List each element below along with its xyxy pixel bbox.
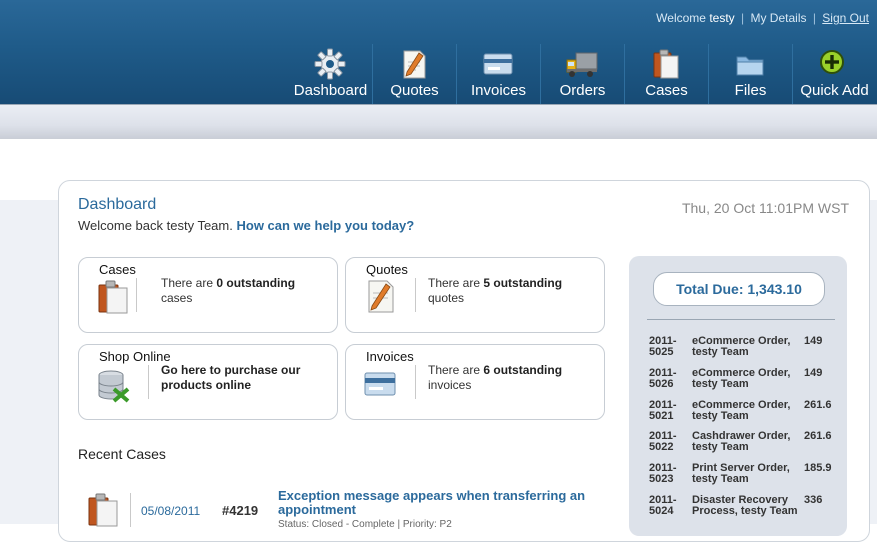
nav-cases[interactable]: Cases bbox=[625, 44, 709, 104]
order-row[interactable]: 2011-5023 Print Server Order, testy Team… bbox=[649, 463, 849, 491]
separator: | bbox=[812, 11, 816, 25]
card-quotes[interactable]: Quotes There are 5 outstanding quotes bbox=[345, 257, 605, 333]
order-number: 2011-5025 bbox=[649, 335, 677, 358]
nav-files[interactable]: Files bbox=[709, 44, 793, 104]
order-row[interactable]: 2011-5026 eCommerce Order, testy Team 14… bbox=[649, 368, 849, 396]
card-divider bbox=[148, 365, 149, 399]
order-amount: 261.6 bbox=[804, 399, 832, 411]
welcome-message: Welcome back testy Team. How can we help… bbox=[78, 218, 414, 233]
card-text: There are 5 outstanding quotes bbox=[428, 276, 563, 305]
truck-icon bbox=[566, 52, 598, 77]
order-amount: 149 bbox=[804, 335, 823, 347]
order-description: Disaster Recovery Process, testy Team bbox=[692, 494, 798, 517]
order-row[interactable]: 2011-5021 eCommerce Order, testy Team 26… bbox=[649, 400, 849, 428]
nav-label: Invoices bbox=[470, 82, 527, 99]
order-description: Print Server Order, testy Team bbox=[692, 462, 790, 485]
card-text: Go here to purchase our products online bbox=[161, 363, 301, 392]
order-number: 2011-5021 bbox=[649, 399, 677, 422]
order-row[interactable]: 2011-5025 eCommerce Order, testy Team 14… bbox=[649, 336, 849, 364]
welcome-text: Welcome back testy Team. bbox=[78, 218, 233, 233]
current-datetime: Thu, 20 Oct 11:01PM WST bbox=[681, 200, 849, 216]
total-due-button[interactable]: Total Due: 1,343.10 bbox=[653, 272, 825, 306]
order-number: 2011-5026 bbox=[649, 367, 677, 390]
table-row[interactable]: 05/08/2011 #4219 Exception message appea… bbox=[78, 485, 608, 530]
gear-icon bbox=[314, 48, 346, 80]
case-status: Status: Closed - Complete | Priority: P2 bbox=[278, 519, 452, 530]
card-divider bbox=[415, 365, 416, 399]
card-text: There are 0 outstanding cases bbox=[161, 276, 296, 305]
nav-quick-add[interactable]: Quick Add bbox=[793, 44, 876, 104]
app-header: Welcome testy | My Details | Sign Out Da… bbox=[0, 0, 877, 104]
order-row[interactable]: 2011-5024 Disaster Recovery Process, tes… bbox=[649, 495, 849, 523]
nav-label: Files bbox=[734, 82, 767, 99]
card-shop-online[interactable]: Shop Online Go here to purchase our prod… bbox=[78, 344, 338, 420]
welcome-prefix: Welcome bbox=[656, 11, 706, 25]
card-cases[interactable]: Cases There are 0 outstanding cases bbox=[78, 257, 338, 333]
nav-invoices[interactable]: Invoices bbox=[457, 44, 541, 104]
document-pencil-icon bbox=[368, 280, 394, 313]
recent-cases-heading: Recent Cases bbox=[78, 446, 166, 462]
clipboard-icon bbox=[88, 493, 118, 527]
clipboard-icon bbox=[98, 280, 128, 314]
card-text: There are 6 outstanding invoices bbox=[428, 363, 563, 392]
order-description: Cashdrawer Order, testy Team bbox=[692, 430, 791, 453]
document-pencil-icon bbox=[403, 50, 426, 79]
sign-out-link[interactable]: Sign Out bbox=[822, 11, 869, 25]
card-invoices[interactable]: Invoices There are 6 outstanding invoice… bbox=[345, 344, 605, 420]
nav-label: Orders bbox=[559, 82, 606, 99]
nav-dashboard[interactable]: Dashboard bbox=[289, 44, 373, 104]
nav-orders[interactable]: Orders bbox=[541, 44, 625, 104]
my-details-link[interactable]: My Details bbox=[750, 11, 806, 25]
order-row[interactable]: 2011-5022 Cashdrawer Order, testy Team 2… bbox=[649, 431, 849, 459]
nav-label: Quotes bbox=[390, 82, 439, 99]
user-bar: Welcome testy | My Details | Sign Out bbox=[656, 11, 869, 25]
card-divider bbox=[136, 278, 137, 312]
divider bbox=[647, 319, 835, 320]
clipboard-icon bbox=[653, 49, 679, 79]
card-title: Quotes bbox=[366, 262, 408, 277]
card-title: Invoices bbox=[366, 349, 414, 364]
page-title: Dashboard bbox=[78, 196, 157, 213]
case-title-link[interactable]: Exception message appears when transferr… bbox=[278, 489, 608, 517]
separator: | bbox=[741, 11, 745, 25]
order-amount: 261.6 bbox=[804, 430, 832, 442]
order-amount: 149 bbox=[804, 367, 823, 379]
folder-icon bbox=[736, 56, 764, 76]
nav-label: Dashboard bbox=[293, 82, 368, 99]
order-amount: 185.9 bbox=[804, 462, 832, 474]
order-description: eCommerce Order, testy Team bbox=[692, 367, 791, 390]
order-number: 2011-5022 bbox=[649, 430, 677, 453]
help-link[interactable]: How can we help you today? bbox=[236, 218, 414, 233]
nav-quotes[interactable]: Quotes bbox=[373, 44, 457, 104]
sub-toolbar bbox=[0, 104, 877, 139]
card-divider bbox=[415, 278, 416, 312]
card-title: Shop Online bbox=[99, 349, 171, 364]
case-number: #4219 bbox=[222, 503, 259, 518]
plus-circle-icon bbox=[820, 50, 844, 74]
invoice-card-icon bbox=[483, 53, 513, 75]
order-description: eCommerce Order, testy Team bbox=[692, 335, 791, 358]
order-description: eCommerce Order, testy Team bbox=[692, 399, 791, 422]
order-amount: 336 bbox=[804, 494, 823, 506]
database-cart-icon bbox=[98, 370, 130, 403]
invoice-card-icon bbox=[364, 372, 396, 396]
nav-label: Quick Add bbox=[800, 82, 869, 99]
order-number: 2011-5023 bbox=[649, 462, 677, 485]
order-number: 2011-5024 bbox=[649, 494, 677, 517]
card-title: Cases bbox=[99, 262, 136, 277]
nav-label: Cases bbox=[645, 82, 688, 99]
row-divider bbox=[130, 493, 131, 527]
main-nav: Dashboard Quotes Invoices Orders Cases F… bbox=[289, 44, 876, 104]
case-date: 05/08/2011 bbox=[141, 504, 201, 518]
username: testy bbox=[709, 11, 735, 25]
